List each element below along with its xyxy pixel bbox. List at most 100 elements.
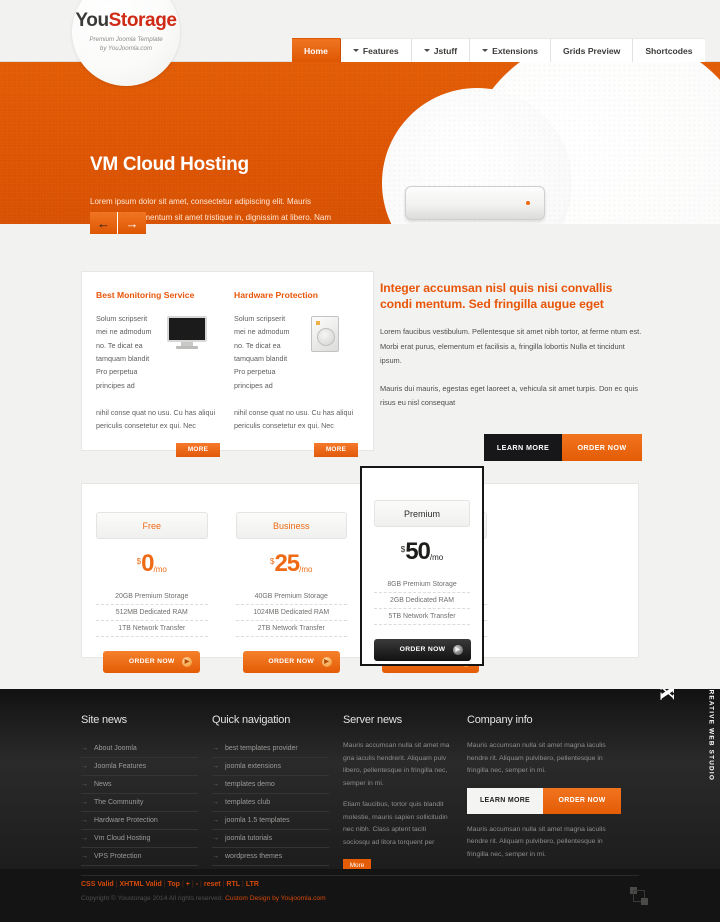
custom-design-link[interactable]: Custom Design by Youjoomla.com — [225, 895, 325, 902]
plan-features: 40GB Premium Storage 1024MB Dedicated RAM… — [235, 589, 347, 637]
plan-order-button[interactable]: ORDER NOW ▶ — [242, 650, 340, 673]
feature-more-button[interactable]: MORE — [176, 442, 220, 457]
page-root: YouStorage Premium Joomla Template by Yo… — [0, 0, 720, 922]
validator-link[interactable]: Top — [168, 881, 180, 888]
plan-feature: 20GB Premium Storage — [96, 589, 208, 605]
nav-item-jstuff[interactable]: Jstuff — [411, 38, 471, 62]
plan-feature: 8GB Premium Storage — [374, 577, 470, 593]
validator-link[interactable]: XHTML Valid — [120, 881, 162, 888]
validator-link[interactable]: RTL — [226, 881, 240, 888]
monitor-icon — [162, 312, 212, 392]
footer-link[interactable]: → joomla extensions — [212, 758, 329, 776]
company-info-buttons: LEARN MORE ORDER NOW — [467, 787, 625, 814]
arrow-right-icon: → — [81, 799, 88, 806]
plan-order-label: ORDER NOW — [128, 658, 175, 666]
arrow-right-icon: → — [81, 763, 88, 770]
arrow-right-icon: ▶ — [321, 656, 332, 667]
footer-link[interactable]: → best templates provider — [212, 740, 329, 758]
nav-item-label: Jstuff — [433, 45, 458, 56]
site-footer: Site news → About Joomla → Joomla Features →… — [0, 689, 720, 869]
plan-price: $0/mo — [96, 550, 208, 577]
footer-link[interactable]: → The Community — [81, 794, 198, 812]
plan-price: $25/mo — [236, 552, 348, 576]
monitor-screen — [167, 316, 207, 342]
right-content-column: Integer accumsan nisl quis nisi convalli… — [380, 280, 642, 462]
footer-link[interactable]: → Joomla Features — [81, 758, 198, 776]
validator-link[interactable]: CSS Valid — [81, 881, 114, 888]
chevron-down-icon — [352, 49, 359, 52]
plan-amount: 0 — [141, 550, 154, 577]
plan-feature: 2GB Dedicated RAM — [374, 593, 470, 609]
nav-item-features[interactable]: Features — [340, 38, 412, 62]
right-column-title: Integer accumsan nisl quis nisi convalli… — [380, 281, 613, 312]
footer-link[interactable]: → VPS Protection — [81, 848, 198, 866]
footer-link-list[interactable]: → best templates provider → joomla extensio… — [212, 740, 329, 866]
plan-period: /mo — [153, 564, 167, 574]
footer-link[interactable]: → Vm Cloud Hosting — [81, 830, 198, 848]
footer-order-now-button[interactable]: ORDER NOW — [543, 787, 621, 814]
feature-title: Best Monitoring Service — [96, 290, 195, 300]
server-news-paragraph-2: Etiam faucibus, tortor quis blandit mole… — [343, 801, 448, 846]
footer-link[interactable]: → joomla tutorials — [212, 830, 329, 848]
plan-feature: 5TB Network Transfer — [374, 609, 470, 625]
feature-body: Solum scripserit mei ne admodum no. Te d… — [234, 312, 358, 392]
server-led-icon — [526, 201, 530, 205]
pricing-table: Free $0/mo 20GB Premium Storage 512MB Dedic… — [81, 466, 639, 673]
footer-link-label: Joomla Features — [94, 763, 147, 770]
features-panel: Best Monitoring Service Solum scripserit… — [81, 271, 374, 457]
learn-more-button[interactable]: LEARN MORE — [484, 434, 562, 462]
arrow-right-icon: ▶ — [182, 656, 193, 667]
validator-link[interactable]: LTR — [246, 881, 259, 888]
slider-next-arrow-icon[interactable]: → — [118, 212, 146, 234]
footer-link[interactable]: → joomla 1.5 templates — [212, 812, 329, 830]
footer-link[interactable]: → wordpress themes — [212, 848, 329, 866]
harddrive-indicator — [316, 321, 320, 325]
copyright-label: Copyright © Youstorage 2014 All rights r… — [81, 895, 224, 902]
footer-link[interactable]: → templates demo — [212, 776, 329, 794]
footer-link-label: Hardware Protection — [94, 817, 158, 824]
nav-item-grids-preview[interactable]: Grids Preview — [550, 38, 634, 62]
footer-link-label: About Joomla — [94, 745, 137, 752]
slider-navigation[interactable]: ← → — [90, 212, 146, 234]
copyright-text: Copyright © Youstorage 2014 All rights r… — [81, 895, 326, 902]
slider-prev-arrow-icon[interactable]: ← — [90, 212, 118, 234]
nav-item-shortcodes[interactable]: Shortcodes — [633, 38, 705, 62]
plan-feature: 2TB Network Transfer — [235, 621, 347, 637]
footer-link[interactable]: → News — [81, 776, 198, 794]
feature-more-button[interactable]: MORE — [314, 442, 358, 457]
pricing-plan-business: Business $25/mo 40GB Premium Storage 1024MB… — [222, 484, 362, 673]
bottom-bar-divider — [81, 875, 639, 876]
hero-title: VM Cloud Hosting — [90, 154, 249, 175]
footer-link-list[interactable]: → About Joomla → Joomla Features → News → The C… — [81, 740, 198, 866]
plan-order-button[interactable]: ORDER NOW ▶ — [374, 638, 471, 661]
right-column-paragraph-2: Mauris dui mauris, egestas eget laoreet … — [380, 383, 638, 407]
feature-footer-text: nihil conse quat no usu. Cu has aliqui p… — [234, 407, 354, 431]
nav-item-home[interactable]: Home — [292, 38, 341, 62]
resize-corner-icon[interactable] — [630, 887, 648, 905]
server-news-more-button[interactable]: More — [343, 858, 371, 869]
nav-item-extensions[interactable]: Extensions — [470, 38, 551, 62]
footer-link-label: News — [94, 781, 112, 788]
footer-learn-more-button[interactable]: LEARN MORE — [467, 787, 543, 814]
order-now-button[interactable]: ORDER NOW — [562, 434, 642, 462]
validator-link[interactable]: reset — [204, 881, 221, 888]
footer-link[interactable]: → templates club — [212, 794, 329, 812]
footer-heading: Company info — [467, 714, 533, 726]
footer-link[interactable]: → About Joomla — [81, 740, 198, 758]
plan-order-label: ORDER NOW — [399, 646, 446, 654]
footer-link-label: The Community — [94, 799, 144, 806]
arrow-right-icon: → — [81, 817, 88, 824]
feature-footer-text: nihil conse quat no usu. Cu has aliqui p… — [96, 407, 216, 431]
validator-links[interactable]: CSS Valid | XHTML Valid | Top | + | - | reset | RTL |… — [81, 881, 326, 888]
plan-order-button[interactable]: ORDER NOW ▶ — [103, 650, 201, 673]
logo-storage: Storage — [108, 9, 177, 31]
feature-body: Solum scripserit mei ne admodum no. Te d… — [96, 312, 220, 392]
footer-link[interactable]: → Hardware Protection — [81, 812, 198, 830]
right-column-paragraph-1: Lorem faucibus vestibulum. Pellentesque … — [380, 327, 642, 366]
arrow-right-icon: → — [212, 853, 219, 860]
footer-heading: Server news — [343, 714, 402, 726]
plan-order-label: ORDER NOW — [268, 658, 315, 666]
arrow-right-icon: → — [81, 835, 88, 842]
plan-name: Free — [96, 512, 208, 539]
main-navigation[interactable]: Home Features Jstuff Extensions Grids Previe… — [292, 38, 705, 62]
